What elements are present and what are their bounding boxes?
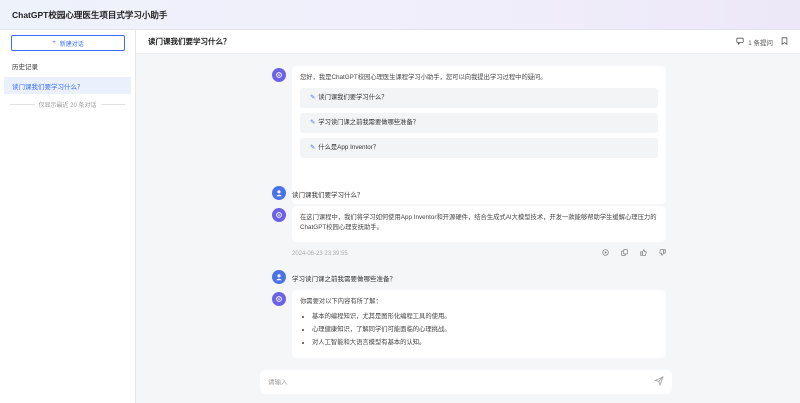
- sidebar: + 新建对话 历史记录 读门课我们要学习什么？ 仅显示最近 20 条对话: [0, 30, 136, 403]
- timestamp: 2024-06-23 23:39:55: [292, 250, 348, 257]
- thumbs-up-icon[interactable]: [640, 249, 647, 258]
- suggestion-label: 学习读门课之前我需要做哪些准备？: [318, 119, 420, 127]
- suggestion-label: 读门课我们要学习什么？: [318, 94, 388, 102]
- divider: [100, 104, 126, 105]
- bot-reply-text: 在这门课程中，我们将学习如何使用App Inventor和开源硬件，结合生成式A…: [300, 214, 657, 232]
- bullet-item: 基本的编程知识，尤其是图形化编程工具的使用。: [312, 312, 658, 322]
- message-meta: 2024-06-23 23:39:55: [292, 249, 666, 258]
- user-message: 学习读门课之前我需要做哪些准备？: [292, 276, 396, 283]
- pencil-icon: ✎: [310, 94, 316, 102]
- pencil-icon: ✎: [310, 119, 316, 127]
- new-chat-label: 新建对话: [59, 41, 84, 48]
- plus-icon: +: [52, 40, 56, 46]
- history-title: 历史记录: [12, 64, 38, 71]
- bot-avatar: [272, 68, 286, 82]
- copy-icon[interactable]: [621, 249, 628, 258]
- replay-icon[interactable]: [602, 249, 609, 258]
- welcome-text: 您好，我是ChatGPT校园心理医生课程学习小助手，您可以向我提出学习过程中的疑…: [300, 74, 547, 81]
- main-panel: 读门课我们要学习什么？ 1 条提问 您好，我是ChatGPT校园心理医生课程学习…: [136, 30, 800, 403]
- welcome-card: 您好，我是ChatGPT校园心理医生课程学习小助手，您可以向我提出学习过程中的疑…: [292, 66, 666, 204]
- suggestion-item[interactable]: ✎ 什么是App Inventor？: [300, 138, 658, 159]
- history-item[interactable]: 读门课我们要学习什么？: [4, 77, 131, 94]
- bullet-item: 心理健康知识，了解同学们可能面临的心理挑战。: [312, 325, 658, 335]
- thumbs-down-icon[interactable]: [659, 249, 666, 258]
- message-input-bar: [260, 370, 672, 394]
- bullet-list: 基本的编程知识，尤其是图形化编程工具的使用。 心理健康知识，了解同学们可能面临的…: [300, 312, 658, 348]
- conversation-title: 读门课我们要学习什么？: [148, 37, 231, 46]
- bookmark-icon[interactable]: [781, 36, 788, 47]
- user-message: 读门课我们要学习什么？: [292, 192, 364, 199]
- bot-reply-card: 你需要对以下内容有所了解： 基本的编程知识，尤其是图形化编程工具的使用。 心理健…: [292, 290, 666, 358]
- suggestion-label: 什么是App Inventor？: [318, 144, 380, 152]
- bot-avatar: [272, 292, 286, 306]
- new-chat-button[interactable]: + 新建对话: [11, 35, 125, 51]
- bot-reply-card: 在这门课程中，我们将学习如何使用App Inventor和开源硬件，结合生成式A…: [292, 206, 666, 242]
- question-count: 1 条提问: [748, 39, 773, 47]
- chat-count-icon: [736, 37, 744, 47]
- bot-avatar: [272, 208, 286, 222]
- app-title: ChatGPT校园心理医生项目式学习小助手: [12, 9, 168, 20]
- user-avatar: [272, 270, 286, 284]
- history-note: 仅显示最近 20 条对话: [4, 100, 131, 109]
- history-item-label: 读门课我们要学习什么？: [12, 83, 84, 91]
- bullet-item: 对人工智能和大语言模型有基本的认知。: [312, 338, 658, 348]
- user-avatar: [272, 186, 286, 200]
- pencil-icon: ✎: [310, 144, 316, 152]
- suggestion-item[interactable]: ✎ 读门课我们要学习什么？: [300, 88, 658, 109]
- app-header: ChatGPT校园心理医生项目式学习小助手: [0, 0, 800, 30]
- main-header: 读门课我们要学习什么？ 1 条提问: [136, 30, 800, 54]
- bot-reply-intro: 你需要对以下内容有所了解：: [300, 298, 382, 305]
- history-note-text: 仅显示最近 20 条对话: [38, 103, 97, 109]
- send-icon[interactable]: [653, 376, 664, 388]
- message-input[interactable]: [268, 378, 628, 386]
- divider: [10, 104, 35, 105]
- suggestion-item[interactable]: ✎ 学习读门课之前我需要做哪些准备？: [300, 113, 658, 134]
